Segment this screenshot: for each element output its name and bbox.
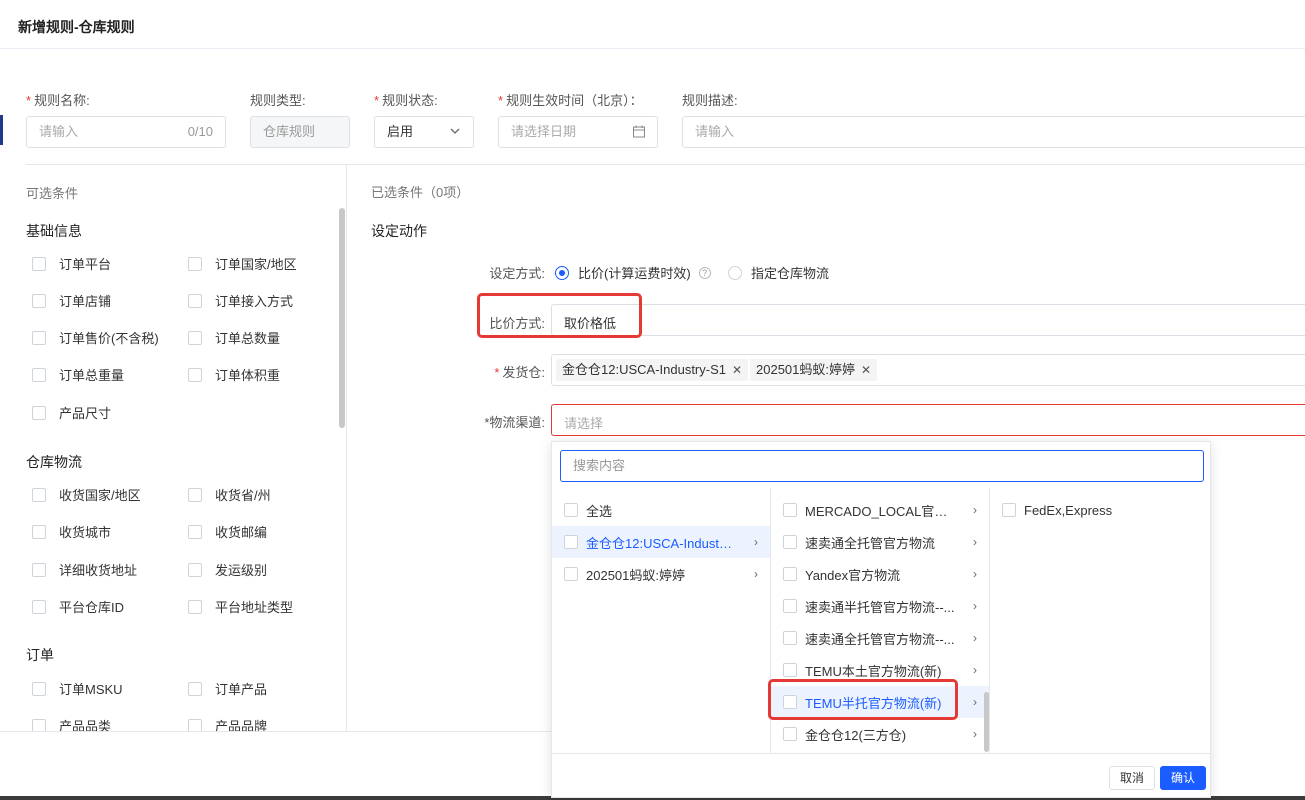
warehouse-tag: 202501蚂蚁:婷婷 ✕ [750,359,878,381]
confirm-button[interactable]: 确认 [1160,766,1207,790]
cascader-option[interactable]: 金仓仓12:USCA-Industry-... › [552,526,770,558]
available-conditions-title: 可选条件 [26,186,79,201]
chevron-right-icon: › [973,695,977,709]
channel-placeholder: 请选择 [564,416,604,431]
condition-checkbox[interactable]: 收货省/州 [188,485,271,504]
cancel-button[interactable]: 取消 [1109,766,1156,790]
group-title-order: 订单 [26,647,54,663]
left-scrollbar[interactable] [339,208,345,428]
divider [0,731,551,732]
chevron-down-icon [449,117,461,158]
chevron-right-icon: › [973,535,977,549]
mode-label: 设定方式: [489,266,545,281]
cascader-column-warehouse: 全选 金仓仓12:USCA-Industry-... › 202501蚂蚁:婷婷 › [552,488,771,753]
cascader-option[interactable]: 速卖通全托管官方物流--... › [771,622,989,654]
calendar-icon [633,117,645,158]
warehouse-tag: 金仓仓12:USCA-Industry-S1 ✕ [556,359,749,381]
compare-mode-value: 取价格低 [564,316,617,331]
condition-checkbox[interactable]: 订单总重量 [32,365,124,384]
compare-label: 比价方式: [489,316,545,331]
dropdown-footer: 取消 确认 [552,753,1210,799]
rule-name-counter: 0/10 [187,124,213,139]
condition-checkbox[interactable]: 订单体积重 [188,365,280,384]
condition-checkbox[interactable]: 平台地址类型 [188,597,293,616]
group-title-logistics: 仓库物流 [26,454,82,470]
rule-status-select[interactable]: 启用 [374,116,474,148]
condition-checkbox[interactable]: 发运级别 [188,560,267,579]
radio-compare-price[interactable]: 比价(计算运费时效) ? [555,263,711,282]
condition-checkbox[interactable]: 订单店铺 [32,291,111,310]
effective-time-label: * 规则生效时间（北京）： [498,93,643,108]
radio-designate-warehouse[interactable]: 指定仓库物流 [728,263,829,282]
cascader-option[interactable]: 金仓仓12(三方仓) › [771,718,989,750]
condition-checkbox[interactable]: 产品品类 [32,716,111,732]
condition-checkbox[interactable]: 收货国家/地区 [32,485,141,504]
left-accent-bar [0,115,3,145]
cascader-option[interactable]: 速卖通全托管官方物流 › [771,526,989,558]
selected-conditions-title: 已选条件（0项） [371,185,470,200]
chevron-right-icon: › [973,567,977,581]
cascader-option[interactable]: FedEx,Express [990,494,1210,526]
rule-type-label: 规则类型: [250,93,306,108]
available-conditions-panel: 可选条件 基础信息 订单平台 订单国家/地区 订单店铺 订单接入方式 订单售价(… [26,165,346,732]
warehouse-select[interactable]: 金仓仓12:USCA-Industry-S1 ✕ 202501蚂蚁:婷婷 ✕ [551,354,1305,386]
condition-checkbox[interactable]: 收货城市 [32,522,111,541]
chevron-right-icon: › [754,567,758,581]
chevron-right-icon: › [973,599,977,613]
cascader-option[interactable]: 202501蚂蚁:婷婷 › [552,558,770,590]
condition-checkbox[interactable]: 产品品牌 [188,716,267,732]
condition-checkbox[interactable]: 详细收货地址 [32,560,137,579]
condition-checkbox[interactable]: 收货邮编 [188,522,267,541]
close-icon[interactable]: ✕ [861,359,871,381]
cascader-option[interactable]: 速卖通半托管官方物流--... › [771,590,989,622]
condition-checkbox[interactable]: 订单平台 [32,254,111,273]
cascader-column-channel: MERCADO_LOCAL官方... › 速卖通全托管官方物流 › Yandex官方… [771,488,990,753]
dropdown-search-input[interactable]: 搜索内容 [560,450,1204,482]
chevron-right-icon: › [973,727,977,741]
condition-checkbox[interactable]: 订单售价(不含税) [32,328,159,347]
chevron-right-icon: › [973,503,977,517]
cascader-column-service: FedEx,Express [990,488,1210,753]
cascader-option-select-all[interactable]: 全选 [552,494,770,526]
condition-checkbox[interactable]: 订单接入方式 [188,291,293,310]
condition-checkbox[interactable]: 产品尺寸 [32,403,111,422]
cascader-option[interactable]: MERCADO_LOCAL官方... › [771,494,989,526]
modal-title: 新增规则-仓库规则 [0,0,1305,49]
effective-date-picker[interactable]: 请选择日期 [498,116,658,148]
condition-checkbox[interactable]: 平台仓库ID [32,597,124,616]
close-icon[interactable]: ✕ [732,359,742,381]
condition-checkbox[interactable]: 订单总数量 [188,328,280,347]
chevron-right-icon: › [973,631,977,645]
rule-type-input: 仓库规则 [250,116,350,148]
chevron-right-icon: › [754,535,758,549]
cascader-scrollbar[interactable] [984,692,989,752]
condition-checkbox[interactable]: 订单产品 [188,679,267,698]
rule-name-label: * 规则名称: [26,93,90,108]
cascader-option[interactable]: TEMU半托官方物流(新) › [771,686,989,718]
divider [346,164,347,732]
group-title-basic: 基础信息 [26,223,82,239]
chevron-right-icon: › [973,663,977,677]
action-title: 设定动作 [371,223,427,239]
cascader-option[interactable]: TEMU本土官方物流(新) › [771,654,989,686]
channel-cascader-dropdown: 搜索内容 全选 金仓仓12:USCA-Industry-... › 202501蚂… [551,441,1211,798]
rule-name-input[interactable]: 请输入 0/10 [26,116,226,148]
warehouse-label: * 发货仓: [494,365,545,380]
compare-mode-field[interactable]: 取价格低 [551,304,1305,336]
description-input[interactable]: 请输入 [682,116,1305,148]
channel-label: *物流渠道: [484,415,545,430]
channel-select[interactable]: 请选择 [551,404,1305,436]
description-label: 规则描述: [682,93,738,108]
help-icon[interactable]: ? [698,266,711,279]
cascader-option[interactable]: Yandex官方物流 › [771,558,989,590]
condition-checkbox[interactable]: 订单国家/地区 [188,254,297,273]
condition-checkbox[interactable]: 订单MSKU [32,679,123,698]
rule-status-label: * 规则状态: [374,93,438,108]
